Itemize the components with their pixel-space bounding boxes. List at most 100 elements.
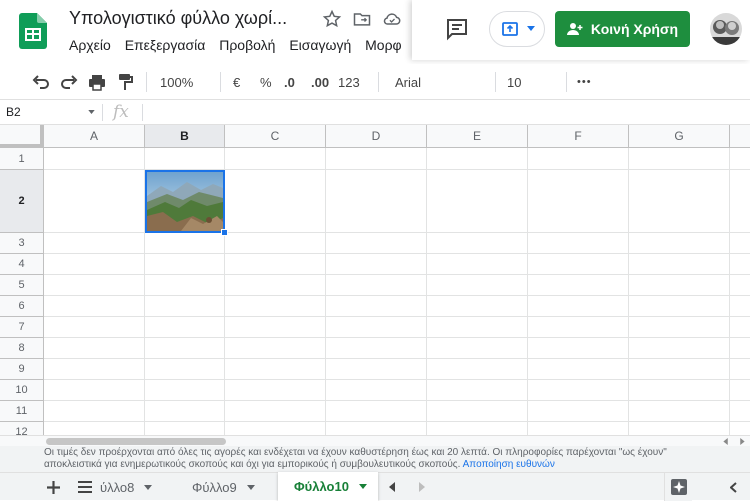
menu-view[interactable]: Προβολή — [219, 37, 275, 53]
row-header-2[interactable]: 2 — [0, 170, 44, 233]
font-select[interactable]: Arial — [395, 70, 421, 94]
present-button[interactable] — [489, 11, 545, 47]
select-all-corner[interactable] — [0, 125, 44, 148]
row-header-4[interactable]: 4 — [0, 254, 44, 275]
redo-icon[interactable] — [60, 70, 78, 94]
avatar[interactable] — [710, 13, 742, 45]
more-formats-button[interactable]: 123 — [338, 70, 360, 94]
row-header-5[interactable]: 5 — [0, 275, 44, 296]
toolbar-divider — [146, 72, 147, 92]
toolbar-divider — [220, 72, 221, 92]
tabs-scroll-left-icon[interactable] — [388, 482, 396, 492]
tabs-scroll-right-icon[interactable] — [418, 482, 426, 492]
tab-chevron-icon[interactable] — [246, 484, 255, 490]
tab-chevron-icon[interactable] — [144, 484, 153, 490]
menu-bar: Αρχείο Επεξεργασία Προβολή Εισαγωγή Μορφ — [69, 37, 412, 53]
avatar-image — [710, 13, 742, 45]
explore-button[interactable] — [664, 473, 692, 501]
star-icon[interactable] — [322, 9, 342, 29]
name-box[interactable]: B2 — [6, 105, 21, 119]
comment-history-icon[interactable] — [445, 17, 469, 41]
font-value: Arial — [395, 74, 422, 90]
column-header-b[interactable]: B — [145, 125, 225, 148]
menu-format[interactable]: Μορφ — [365, 37, 402, 53]
data-disclaimer: Οι τιμές δεν προέρχονται από όλες τις αγ… — [0, 446, 750, 472]
grid-line — [729, 148, 730, 435]
toolbar-divider — [378, 72, 379, 92]
tab-sheet10-label: Φύλλο10 — [294, 479, 349, 494]
undo-icon[interactable] — [32, 70, 50, 94]
menu-insert[interactable]: Εισαγωγή — [289, 37, 351, 53]
row-header-7[interactable]: 7 — [0, 317, 44, 338]
decrease-decimal-label: .0 — [284, 74, 295, 90]
cloud-status-icon[interactable] — [382, 9, 402, 29]
row-header-6[interactable]: 6 — [0, 296, 44, 317]
row-header-12[interactable]: 12 — [0, 422, 44, 435]
row-header-11[interactable]: 11 — [0, 401, 44, 422]
column-header-c[interactable]: C — [225, 125, 326, 148]
horizontal-scrollbar[interactable] — [0, 435, 750, 446]
formula-bar: B2 fx — [0, 100, 750, 125]
menu-edit[interactable]: Επεξεργασία — [125, 37, 206, 53]
font-size-select[interactable]: 10 — [507, 70, 521, 94]
percent-format-button[interactable]: % — [260, 70, 272, 94]
column-header-d[interactable]: D — [326, 125, 427, 148]
grid-line — [44, 274, 750, 275]
tab-chevron-icon[interactable] — [358, 484, 367, 489]
currency-format-button[interactable]: € — [233, 70, 240, 94]
sheets-logo-icon[interactable] — [19, 13, 47, 49]
fill-handle[interactable] — [221, 229, 228, 236]
grid-line — [44, 316, 750, 317]
more-toolbar-button[interactable]: ••• — [577, 70, 592, 94]
disclaimer-line-1: Οι τιμές δεν προέρχονται από όλες τις αγ… — [44, 447, 667, 458]
scrollbar-thumb[interactable] — [46, 438, 226, 445]
formula-input[interactable] — [146, 102, 746, 122]
sheet-tabs-bar: ύλλο8 Φύλλο9 Φύλλο10 — [0, 472, 750, 501]
all-sheets-icon[interactable] — [78, 481, 92, 493]
spreadsheet-grid[interactable]: A B C D E F G 1 2 3 4 5 6 7 8 9 10 11 12 — [0, 125, 750, 435]
name-box-chevron-icon[interactable] — [88, 110, 95, 114]
scroll-left-icon[interactable] — [722, 438, 730, 445]
document-title[interactable]: Υπολογιστικό φύλλο χωρί... — [69, 8, 287, 29]
side-panel-toggle-icon[interactable] — [730, 482, 737, 493]
column-header-h[interactable] — [730, 125, 750, 148]
grid-line — [44, 295, 750, 296]
tab-sheet10[interactable]: Φύλλο10 — [278, 472, 378, 501]
increase-decimal-button[interactable]: .00 — [311, 70, 329, 94]
tab-sheet9[interactable]: Φύλλο9 — [176, 473, 276, 501]
tab-sheet8[interactable]: ύλλο8 — [100, 473, 168, 501]
row-header-10[interactable]: 10 — [0, 380, 44, 401]
selected-cell[interactable] — [145, 170, 225, 233]
print-icon[interactable] — [88, 70, 106, 94]
row-header-9[interactable]: 9 — [0, 359, 44, 380]
share-label: Κοινή Χρήση — [590, 21, 679, 37]
scroll-right-icon[interactable] — [738, 438, 746, 445]
percent-label: % — [260, 74, 272, 90]
font-size-value: 10 — [507, 74, 522, 90]
decrease-decimal-button[interactable]: .0 — [284, 70, 295, 94]
column-header-g[interactable]: G — [629, 125, 730, 148]
column-header-f[interactable]: F — [528, 125, 629, 148]
toolbar-divider — [495, 72, 496, 92]
row-header-3[interactable]: 3 — [0, 233, 44, 254]
explore-icon — [670, 479, 687, 495]
add-sheet-icon[interactable] — [47, 481, 60, 494]
more-formats-label: 123 — [338, 74, 360, 90]
disclaimer-line-2: αποκλειστικά για ενημερωτικούς σκοπούς κ… — [44, 459, 461, 470]
column-header-a[interactable]: A — [44, 125, 145, 148]
row-header-8[interactable]: 8 — [0, 338, 44, 359]
person-add-icon — [566, 23, 583, 35]
disclaimer-link[interactable]: Αποποίηση ευθυνών — [463, 459, 555, 470]
paint-format-icon[interactable] — [116, 70, 134, 94]
share-button[interactable]: Κοινή Χρήση — [555, 11, 690, 47]
fx-icon: fx — [113, 102, 129, 122]
move-folder-icon[interactable] — [352, 9, 372, 29]
chevron-down-icon — [527, 26, 535, 31]
column-header-e[interactable]: E — [427, 125, 528, 148]
grid-line — [44, 421, 750, 422]
tab-sheet9-label: Φύλλο9 — [192, 479, 237, 495]
grid-line — [527, 148, 528, 435]
row-header-1[interactable]: 1 — [0, 148, 44, 170]
menu-file[interactable]: Αρχείο — [69, 37, 111, 53]
zoom-select[interactable]: 100% — [160, 70, 193, 94]
